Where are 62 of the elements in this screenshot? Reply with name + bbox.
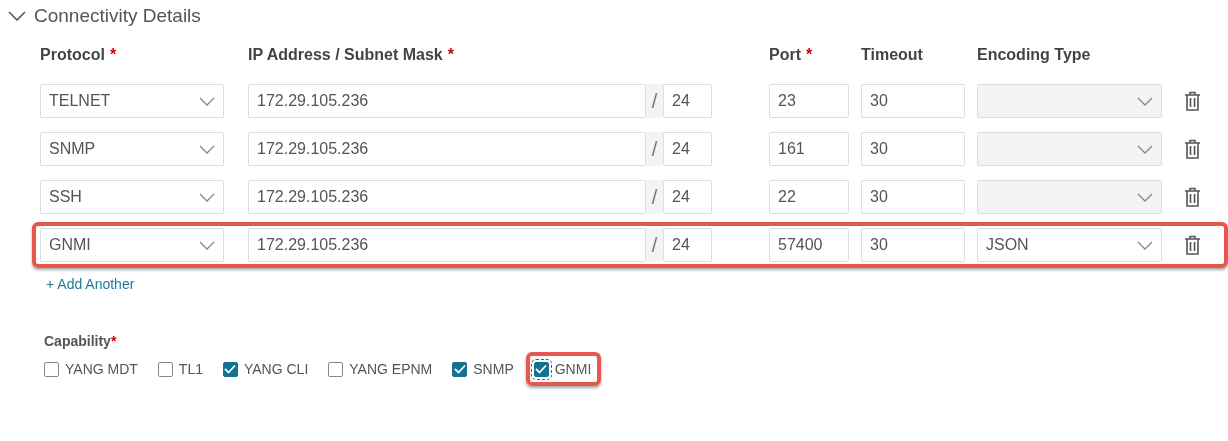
checkbox-label: SNMP xyxy=(473,361,514,377)
subnet-mask-field[interactable]: 24 xyxy=(663,132,712,166)
caret-icon xyxy=(199,240,215,250)
checkbox-label: YANG MDT xyxy=(65,361,138,377)
caret-icon xyxy=(199,192,215,202)
checkbox-label: YANG EPNM xyxy=(349,361,433,377)
slash-separator: / xyxy=(646,180,663,214)
protocol-select[interactable]: TELNET xyxy=(40,84,224,118)
caret-icon xyxy=(199,96,215,106)
port-field[interactable]: 22 xyxy=(769,180,849,214)
subnet-mask-field[interactable]: 24 xyxy=(663,228,712,262)
checkbox-label: YANG CLI xyxy=(244,361,309,377)
required-mark: * xyxy=(109,46,117,65)
trash-icon[interactable] xyxy=(1184,139,1201,159)
column-header: Protocol xyxy=(40,46,105,65)
timeout-field[interactable]: 30 xyxy=(861,228,965,262)
ip-address-field[interactable]: 172.29.105.236 xyxy=(248,132,646,166)
caret-icon xyxy=(1137,192,1153,202)
chevron-icon[interactable] xyxy=(8,11,26,21)
column-header: Encoding Type xyxy=(977,46,1091,65)
port-field[interactable]: 23 xyxy=(769,84,849,118)
required-mark: * xyxy=(447,46,454,65)
subnet-mask-field[interactable]: 24 xyxy=(663,84,712,118)
slash-separator: / xyxy=(646,132,663,166)
slash-separator: / xyxy=(646,228,663,262)
ip-address-field[interactable]: 172.29.105.236 xyxy=(248,228,646,262)
caret-icon xyxy=(1137,96,1153,106)
slash-separator: / xyxy=(646,84,663,118)
encoding-select[interactable]: JSON xyxy=(977,228,1162,262)
protocol-select[interactable]: GNMI xyxy=(40,228,224,262)
port-field[interactable]: 161 xyxy=(769,132,849,166)
trash-icon[interactable] xyxy=(1184,91,1201,111)
timeout-field[interactable]: 30 xyxy=(861,84,965,118)
section-title: Connectivity Details xyxy=(34,5,201,27)
checkbox[interactable] xyxy=(533,361,549,377)
add-another-link[interactable]: + Add Another xyxy=(46,276,135,292)
timeout-field[interactable]: 30 xyxy=(861,132,965,166)
port-field[interactable]: 57400 xyxy=(769,228,849,262)
trash-icon[interactable] xyxy=(1184,187,1201,207)
timeout-field[interactable]: 30 xyxy=(861,180,965,214)
subnet-mask-field[interactable]: 24 xyxy=(663,180,712,214)
capability-label: Capability xyxy=(44,333,111,349)
column-header: Port xyxy=(769,46,801,65)
checkbox[interactable] xyxy=(452,361,468,377)
checkbox-label: GNMI xyxy=(554,361,592,377)
required-mark: * xyxy=(806,46,813,65)
checkbox[interactable] xyxy=(157,361,173,377)
checkbox[interactable] xyxy=(223,361,238,377)
trash-icon[interactable] xyxy=(1184,235,1201,255)
protocol-select[interactable]: SNMP xyxy=(40,132,224,166)
protocol-select[interactable]: SSH xyxy=(40,180,224,214)
caret-icon xyxy=(199,144,215,154)
checkbox[interactable] xyxy=(328,361,344,377)
ip-address-field[interactable]: 172.29.105.236 xyxy=(248,180,646,214)
ip-address-field[interactable]: 172.29.105.236 xyxy=(248,84,646,118)
checkbox[interactable] xyxy=(44,361,59,377)
caret-icon xyxy=(1137,240,1153,250)
required-mark: * xyxy=(110,333,117,349)
column-header: Timeout xyxy=(861,46,923,65)
column-header: IP Address / Subnet Mask xyxy=(248,46,443,65)
checkbox-label: TL1 xyxy=(178,361,203,377)
caret-icon xyxy=(1137,144,1153,154)
